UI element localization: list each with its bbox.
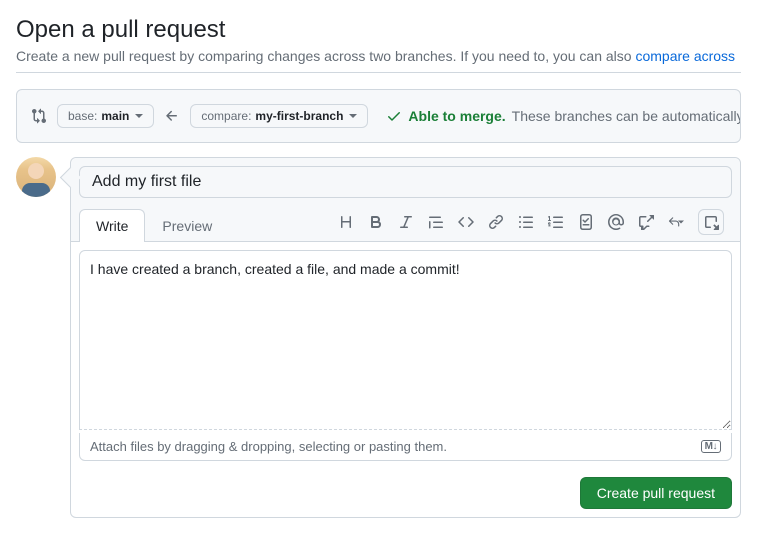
heading-icon[interactable] [338,214,354,230]
tasklist-icon[interactable] [578,214,594,230]
ordered-list-icon[interactable] [548,214,564,230]
pr-body-textarea[interactable] [79,250,732,430]
compare-across-link[interactable]: compare across [635,48,735,64]
quote-icon[interactable] [428,214,444,230]
page-title: Open a pull request [16,16,741,44]
markdown-icon[interactable]: M↓ [701,440,721,453]
cross-reference-icon[interactable] [638,214,654,230]
page-subtitle-text: Create a new pull request by comparing c… [16,48,635,64]
comment-form: Write Preview [70,157,741,518]
merge-status: Able to merge. These branches can be aut… [386,108,741,124]
compare-branch-label: compare: [201,109,251,123]
caret-down-icon [349,114,357,118]
reply-icon[interactable] [668,214,684,230]
fullscreen-icon[interactable] [698,209,724,235]
unordered-list-icon[interactable] [518,214,534,230]
avatar [16,157,56,197]
page-subtitle: Create a new pull request by comparing c… [16,48,741,64]
bold-icon[interactable] [368,214,384,230]
check-icon [386,108,402,124]
mention-icon[interactable] [608,214,624,230]
arrow-left-icon [164,108,180,124]
editor-tabs: Write Preview [79,208,229,241]
base-branch-button[interactable]: base: main [57,104,154,128]
merge-status-detail: These branches can be automatically [512,108,741,124]
compare-bar: base: main compare: my-first-branch Able… [16,89,741,143]
link-icon[interactable] [488,214,504,230]
pr-title-input[interactable] [79,166,732,198]
editor-toolbar [338,209,732,241]
italic-icon[interactable] [398,214,414,230]
git-compare-icon [31,108,47,124]
compare-branch-button[interactable]: compare: my-first-branch [190,104,368,128]
create-pull-request-button[interactable]: Create pull request [580,477,732,509]
attach-hint-text: Attach files by dragging & dropping, sel… [90,439,447,454]
merge-status-ok: Able to merge. [408,108,505,124]
code-icon[interactable] [458,214,474,230]
caret-down-icon [135,114,143,118]
base-branch-value: main [101,109,129,123]
divider [16,72,741,73]
tab-preview[interactable]: Preview [145,209,229,242]
tab-write[interactable]: Write [79,209,145,242]
compare-branch-value: my-first-branch [255,109,343,123]
base-branch-label: base: [68,109,97,123]
attach-hint[interactable]: Attach files by dragging & dropping, sel… [79,433,732,461]
